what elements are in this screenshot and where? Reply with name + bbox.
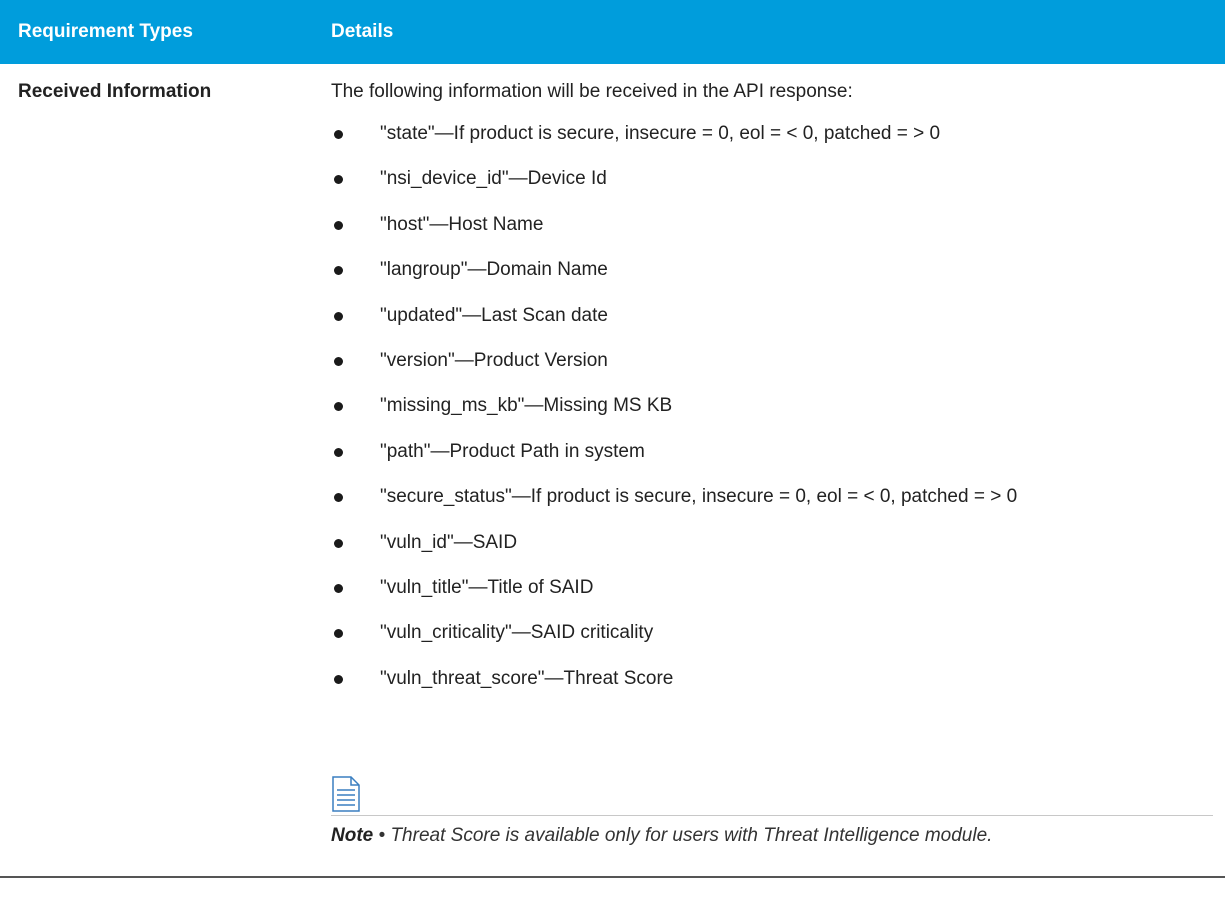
list-item-text: "missing_ms_kb"—Missing MS KB [380,395,673,417]
list-item: "vuln_title"—Title of SAID [331,574,1017,619]
table-header-row: Requirement Types Details [0,0,1225,64]
list-item-text: "version"—Product Version [380,349,608,371]
bullet-icon [334,311,343,321]
list-item-text: "updated"—Last Scan date [380,304,608,326]
bullet-icon [334,402,343,412]
list-item: "vuln_criticality"—SAID criticality [331,619,1017,664]
list-item: "updated"—Last Scan date [331,302,1017,347]
list-item: "host"—Host Name [331,211,1017,256]
note-document-icon [331,776,361,812]
table-bottom-border [0,876,1225,878]
list-item-text: "nsi_device_id"—Device Id [380,168,607,190]
list-item: "vuln_id"—SAID [331,529,1017,574]
list-item-text: "vuln_title"—Title of SAID [380,576,594,598]
header-requirement-types: Requirement Types [18,21,193,42]
list-item: "missing_ms_kb"—Missing MS KB [331,392,1017,437]
list-item-text: "langroup"—Domain Name [380,259,608,281]
requirements-table: Requirement Types Details Received Infor… [0,0,1225,905]
note-text: Note • Threat Score is available only fo… [331,822,992,850]
bullet-icon [334,175,343,185]
header-details: Details [331,21,394,42]
list-item-text: "path"—Product Path in system [380,440,645,462]
bullet-icon [334,266,343,276]
row-label-received-information: Received Information [18,81,212,102]
bullet-icon [334,447,343,457]
details-intro-text: The following information will be receiv… [331,81,853,102]
list-item: "path"—Product Path in system [331,438,1017,483]
list-item-text: "vuln_id"—SAID [380,531,518,553]
list-item: "state"—If product is secure, insecure =… [331,120,1017,165]
note-label: Note [331,825,374,846]
note-divider [331,815,1213,816]
note-body: Threat Score is available only for users… [390,825,993,846]
list-item: "vuln_threat_score"—Threat Score [331,665,1017,710]
list-item-text: "vuln_criticality"—SAID criticality [380,622,654,644]
bullet-icon [334,674,343,684]
list-item: "langroup"—Domain Name [331,256,1017,301]
received-fields-list: "state"—If product is secure, insecure =… [331,120,1017,710]
bullet-icon [334,629,343,639]
bullet-icon [334,220,343,230]
list-item-text: "host"—Host Name [380,213,544,235]
list-item-text: "state"—If product is secure, insecure =… [380,123,941,144]
list-item-text: "secure_status"—If product is secure, in… [380,486,1018,508]
bullet-icon [334,538,343,548]
bullet-icon [334,356,343,366]
bullet-icon [334,583,343,593]
bullet-icon [334,493,343,503]
list-item: "secure_status"—If product is secure, in… [331,483,1017,528]
bullet-icon [334,130,343,139]
list-item-text: "vuln_threat_score"—Threat Score [380,667,674,689]
note-separator: • [373,825,391,846]
list-item: "version"—Product Version [331,347,1017,392]
list-item: "nsi_device_id"—Device Id [331,165,1017,210]
